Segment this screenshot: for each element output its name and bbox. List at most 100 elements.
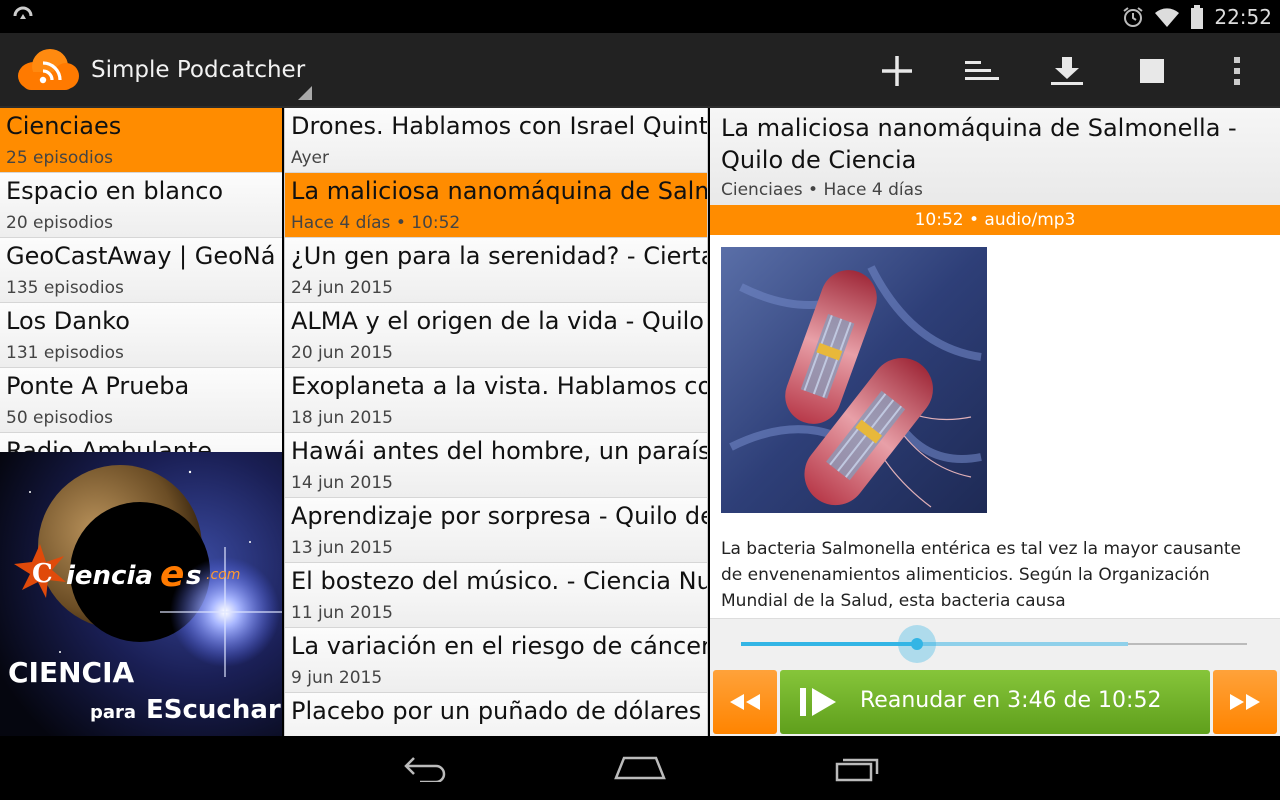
podcast-episode-count: 135 episodios — [6, 278, 124, 298]
episode-title: Placebo por un puñado de dólares — [291, 697, 702, 725]
player-controls: Reanudar en 3:46 de 10:52 — [710, 618, 1280, 736]
fast-forward-button[interactable] — [1213, 670, 1277, 734]
home-button[interactable] — [610, 750, 670, 786]
podcast-episode-count: 20 episodios — [6, 213, 114, 233]
podcast-item[interactable]: Cienciaes 25 episodios — [0, 108, 282, 173]
podcast-title: GeoCastAway | GeoNá — [6, 242, 276, 270]
podcast-item[interactable]: GeoCastAway | GeoNá 135 episodios — [0, 238, 282, 303]
episode-date: 14 jun 2015 — [291, 473, 393, 493]
cover-brand-com: .com — [206, 567, 240, 583]
rewind-icon — [730, 694, 760, 710]
podcast-title: Los Danko — [6, 307, 130, 335]
episode-item[interactable]: Drones. Hablamos con Israel Quint Ayer — [285, 108, 707, 173]
back-icon — [404, 757, 446, 782]
episode-title: Exoplaneta a la vista. Hablamos co — [291, 372, 707, 400]
download-icon — [1051, 57, 1083, 85]
episode-date: 11 jun 2015 — [291, 603, 393, 623]
cover-brand-c: C — [32, 559, 53, 589]
episode-item[interactable]: El bostezo del músico. - Ciencia Nu 11 j… — [285, 563, 707, 628]
episode-item[interactable]: Aprendizaje por sorpresa - Quilo de 13 j… — [285, 498, 707, 563]
episode-date: 9 jun 2015 — [291, 668, 383, 688]
episode-item[interactable]: La variación en el riesgo de cáncer 9 ju… — [285, 628, 707, 693]
status-bar: 22:52 — [0, 0, 1280, 33]
episode-date: Ayer — [291, 148, 329, 168]
episode-title: El bostezo del músico. - Ciencia Nu — [291, 567, 707, 595]
rewind-button[interactable] — [713, 670, 777, 734]
detail-header: La maliciosa nanomáquina de Salmonella -… — [710, 108, 1280, 205]
sort-button[interactable] — [960, 49, 1004, 93]
episode-title: ¿Un gen para la serenidad? - Cierta — [291, 242, 707, 270]
episode-title: Drones. Hablamos con Israel Quint — [291, 112, 707, 140]
episode-detail: La maliciosa nanomáquina de Salmonella -… — [710, 108, 1280, 736]
cover-brand-text: iencia — [66, 561, 153, 591]
podcast-item[interactable]: Espacio en blanco 20 episodios — [0, 173, 282, 238]
cover-line2b: EScuchar — [146, 695, 281, 725]
sort-icon — [965, 61, 999, 80]
cover-line1: CIENCIA — [8, 656, 134, 689]
seek-thumb[interactable] — [897, 625, 936, 663]
cover-brand-e: e — [160, 554, 184, 595]
stop-icon — [1140, 59, 1164, 83]
detail-title: La maliciosa nanomáquina de Salmonella -… — [721, 114, 1237, 174]
episode-title: ALMA y el origen de la vida - Quilo — [291, 307, 704, 335]
seek-played — [741, 642, 917, 646]
battery-icon — [1191, 4, 1204, 29]
app-title[interactable]: Simple Podcatcher — [91, 57, 305, 83]
podcast-cover-art: C iencia e s .com CIENCIA para EScuchar — [0, 452, 282, 736]
back-button[interactable] — [394, 750, 454, 786]
home-icon — [614, 756, 666, 780]
detail-media-info: 10:52 • audio/mp3 — [710, 205, 1280, 235]
action-bar: Simple Podcatcher — [0, 33, 1280, 108]
podcast-list: Cienciaes 25 episodios Espacio en blanco… — [0, 108, 282, 736]
episode-date: 20 jun 2015 — [291, 343, 393, 363]
cover-line2a: para — [90, 702, 136, 723]
episode-title: Aprendizaje por sorpresa - Quilo de — [291, 502, 707, 530]
episode-title: Hawái antes del hombre, un paraís — [291, 437, 707, 465]
fast-forward-icon — [1230, 694, 1260, 710]
stop-button[interactable] — [1130, 49, 1174, 93]
podcast-spinner-indicator-icon[interactable] — [298, 86, 312, 100]
podcast-title: Cienciaes — [6, 112, 122, 140]
navigation-bar — [0, 736, 1280, 800]
episode-item[interactable]: Placebo por un puñado de dólares — [285, 693, 707, 736]
resume-label: Reanudar en 3:46 de 10:52 — [860, 688, 1162, 713]
recents-icon — [835, 758, 879, 782]
play-pause-icon — [800, 688, 836, 716]
recents-button[interactable] — [827, 750, 887, 786]
podcast-item[interactable]: Ponte A Prueba 50 episodios — [0, 368, 282, 433]
podcast-episode-count: 50 episodios — [6, 408, 114, 428]
episode-item[interactable]: ALMA y el origen de la vida - Quilo 20 j… — [285, 303, 707, 368]
podcast-episode-count: 25 episodios — [6, 148, 114, 168]
episode-description: La bacteria Salmonella entérica es tal v… — [721, 539, 1242, 611]
episode-date: 18 jun 2015 — [291, 408, 393, 428]
detail-subtitle: Cienciaes • Hace 4 días — [721, 180, 923, 200]
status-time: 22:52 — [1214, 4, 1272, 29]
episode-item[interactable]: Hawái antes del hombre, un paraís 14 jun… — [285, 433, 707, 498]
episode-date: 13 jun 2015 — [291, 538, 393, 558]
episode-list: Drones. Hablamos con Israel Quint Ayer L… — [284, 108, 708, 736]
episode-title: La variación en el riesgo de cáncer — [291, 632, 707, 660]
episode-date: Hace 4 días • 10:52 — [291, 213, 461, 233]
episode-item[interactable]: Exoplaneta a la vista. Hablamos co 18 ju… — [285, 368, 707, 433]
cover-brand-s: s — [186, 561, 201, 591]
sync-icon — [13, 6, 33, 19]
podcast-title: Espacio en blanco — [6, 177, 224, 205]
more-vert-icon — [1234, 57, 1240, 85]
app-logo-icon[interactable] — [16, 46, 80, 92]
podcast-title: Ponte A Prueba — [6, 372, 190, 400]
episode-item[interactable]: La maliciosa nanomáquina de Salmo Hace 4… — [285, 173, 707, 238]
download-button[interactable] — [1045, 49, 1089, 93]
overflow-menu-button[interactable] — [1215, 49, 1259, 93]
episode-title: La maliciosa nanomáquina de Salmo — [291, 177, 707, 205]
alarm-icon — [1123, 6, 1143, 27]
wifi-icon — [1155, 7, 1180, 27]
add-podcast-button[interactable] — [875, 49, 919, 93]
episode-image — [721, 247, 987, 513]
app-root: 22:52 Simple Podcatcher Cienciaes 25 epi… — [0, 0, 1280, 800]
podcast-item[interactable]: Los Danko 131 episodios — [0, 303, 282, 368]
episode-item[interactable]: ¿Un gen para la serenidad? - Cierta 24 j… — [285, 238, 707, 303]
podcast-episode-count: 131 episodios — [6, 343, 124, 363]
plus-icon — [882, 56, 912, 86]
resume-button[interactable]: Reanudar en 3:46 de 10:52 — [780, 670, 1210, 734]
episode-date: 24 jun 2015 — [291, 278, 393, 298]
